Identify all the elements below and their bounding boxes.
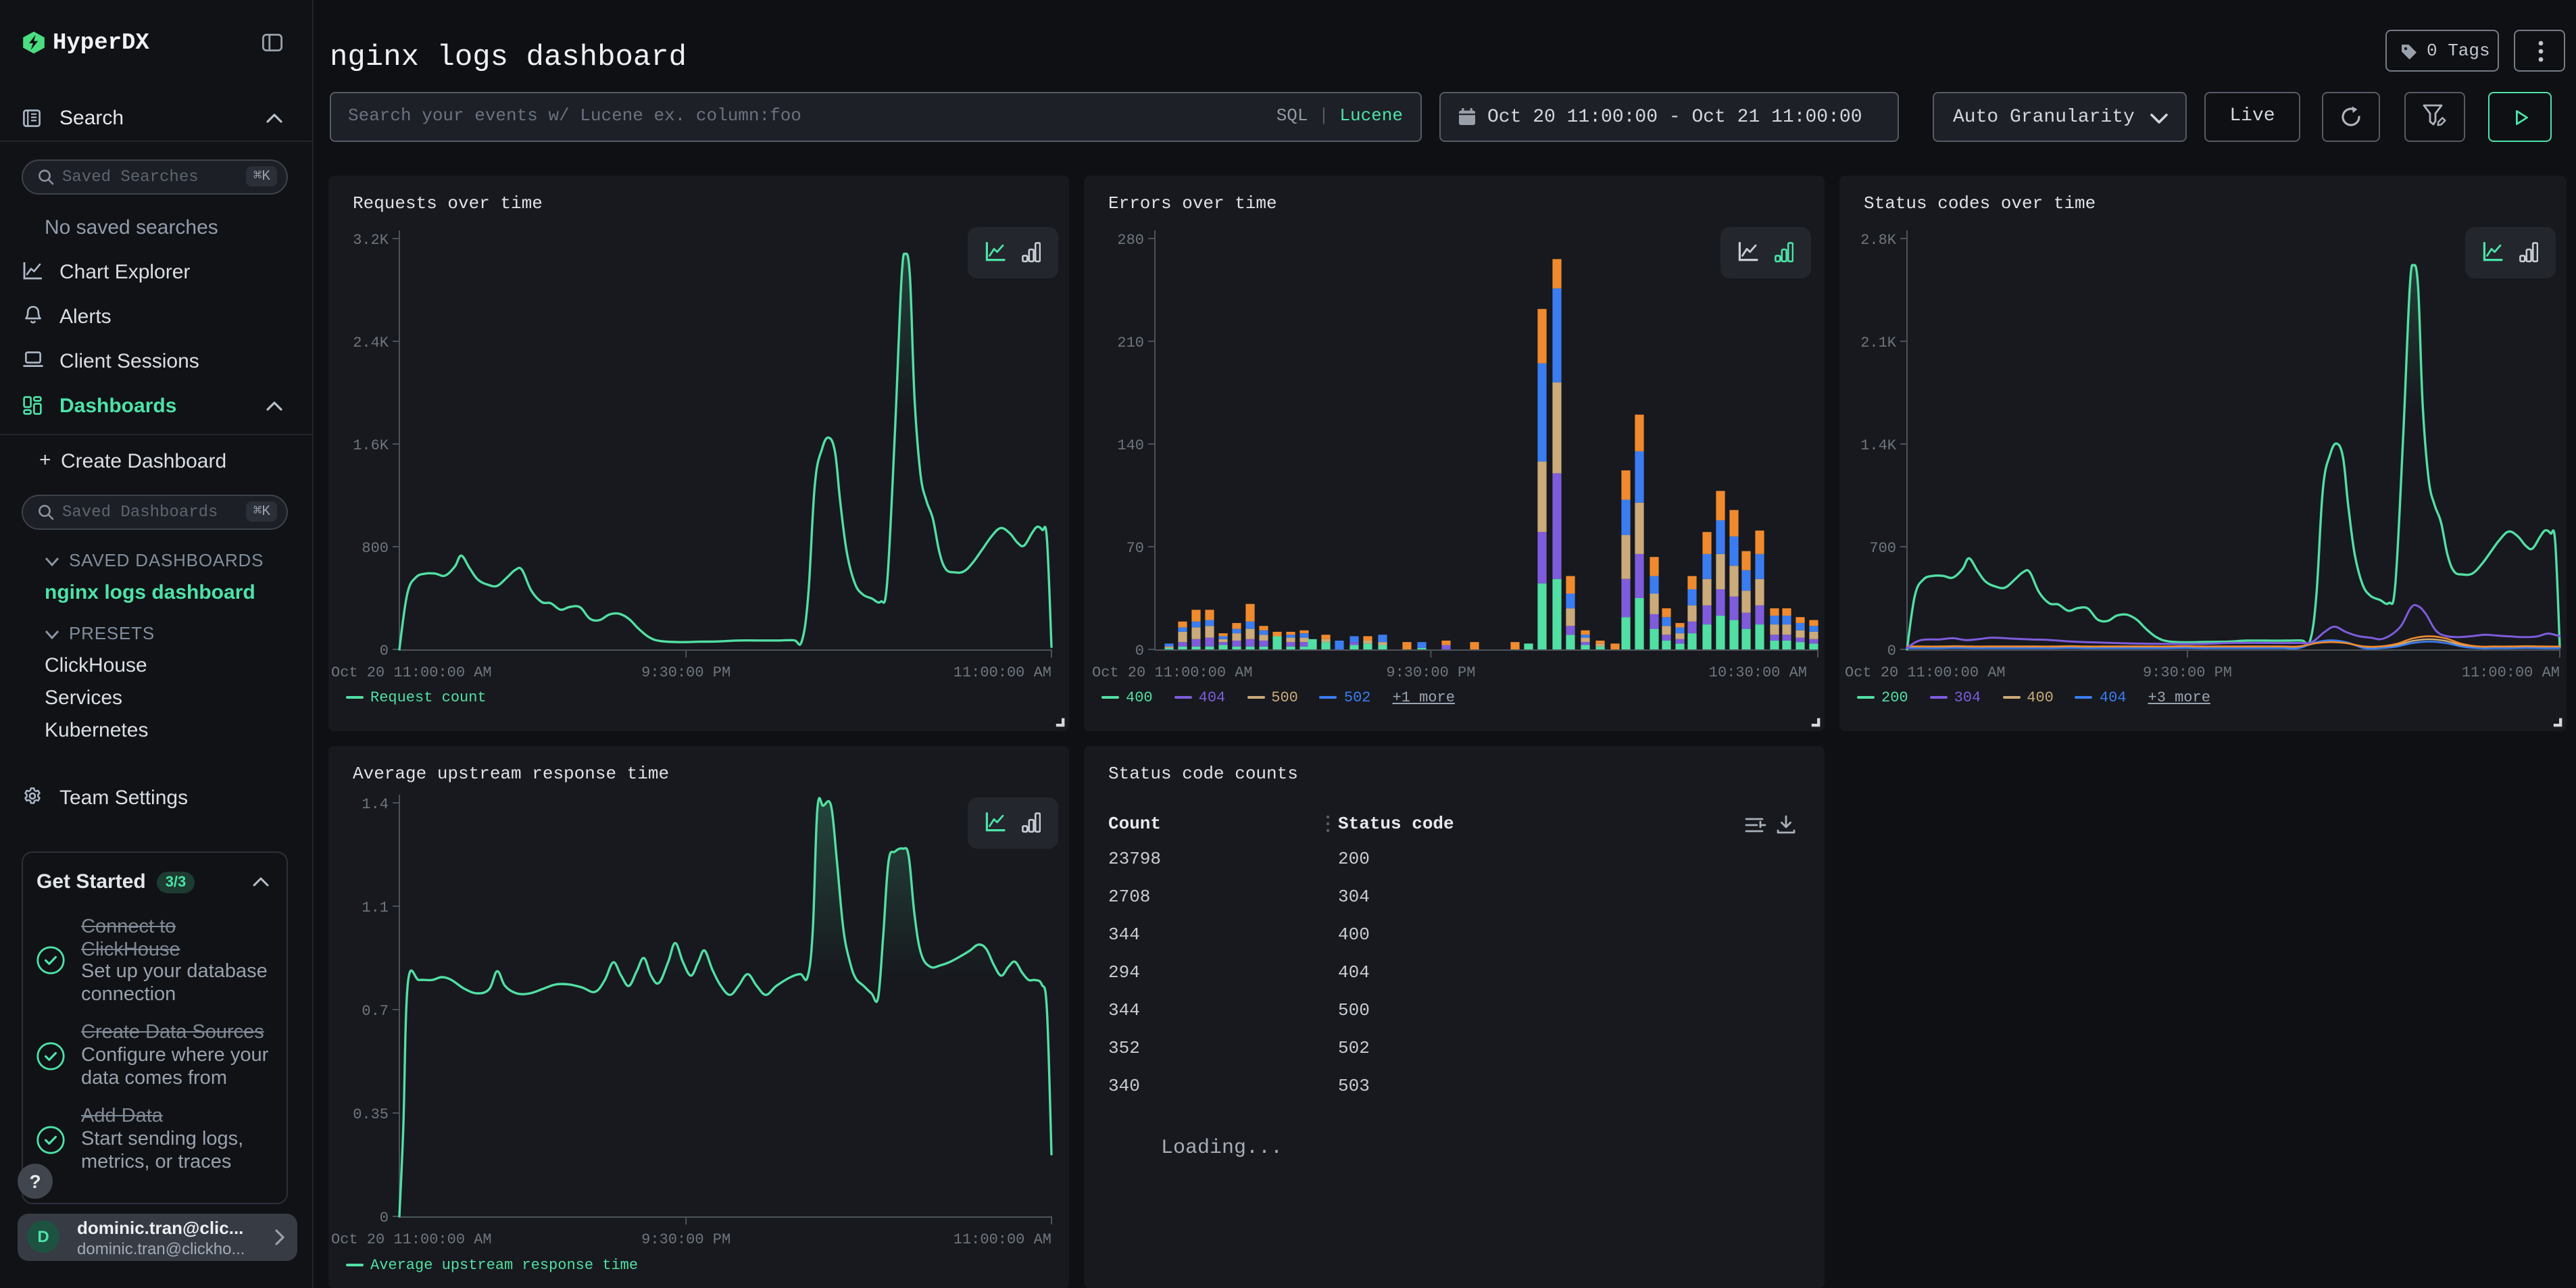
svg-text:0.35: 0.35 bbox=[353, 1106, 389, 1123]
svg-text:800: 800 bbox=[362, 540, 389, 557]
svg-text:11:00:00 AM: 11:00:00 AM bbox=[953, 1231, 1051, 1248]
svg-text:700: 700 bbox=[1869, 540, 1896, 557]
svg-text:0: 0 bbox=[1135, 643, 1144, 660]
svg-text:Oct 20 11:00:00 AM: Oct 20 11:00:00 AM bbox=[331, 664, 492, 681]
svg-text:9:30:00 PM: 9:30:00 PM bbox=[641, 1231, 730, 1248]
svg-text:1.1: 1.1 bbox=[362, 899, 389, 916]
svg-text:1.4: 1.4 bbox=[362, 796, 389, 813]
svg-text:0.7: 0.7 bbox=[362, 1003, 389, 1020]
svg-text:11:00:00 AM: 11:00:00 AM bbox=[2462, 664, 2560, 681]
svg-text:9:30:00 PM: 9:30:00 PM bbox=[2143, 664, 2232, 681]
svg-text:2.8K: 2.8K bbox=[1860, 232, 1897, 249]
svg-text:Oct 20 11:00:00 AM: Oct 20 11:00:00 AM bbox=[1092, 664, 1253, 681]
svg-text:10:30:00 AM: 10:30:00 AM bbox=[1709, 664, 1807, 681]
svg-text:1.6K: 1.6K bbox=[353, 437, 389, 454]
svg-text:9:30:00 PM: 9:30:00 PM bbox=[1386, 664, 1475, 681]
svg-text:Oct 20 11:00:00 AM: Oct 20 11:00:00 AM bbox=[1845, 664, 2006, 681]
svg-text:210: 210 bbox=[1117, 335, 1144, 351]
svg-text:1.4K: 1.4K bbox=[1860, 437, 1897, 454]
svg-text:3.2K: 3.2K bbox=[353, 232, 389, 249]
svg-text:11:00:00 AM: 11:00:00 AM bbox=[953, 664, 1051, 681]
svg-text:0: 0 bbox=[380, 1210, 389, 1227]
svg-text:70: 70 bbox=[1126, 540, 1144, 557]
svg-text:9:30:00 PM: 9:30:00 PM bbox=[641, 664, 730, 681]
svg-text:140: 140 bbox=[1117, 437, 1144, 454]
svg-text:0: 0 bbox=[380, 643, 389, 660]
svg-text:0: 0 bbox=[1887, 643, 1896, 660]
svg-text:280: 280 bbox=[1117, 232, 1144, 249]
svg-text:Oct 20 11:00:00 AM: Oct 20 11:00:00 AM bbox=[331, 1231, 492, 1248]
svg-text:2.1K: 2.1K bbox=[1860, 335, 1897, 351]
svg-text:2.4K: 2.4K bbox=[353, 335, 389, 351]
